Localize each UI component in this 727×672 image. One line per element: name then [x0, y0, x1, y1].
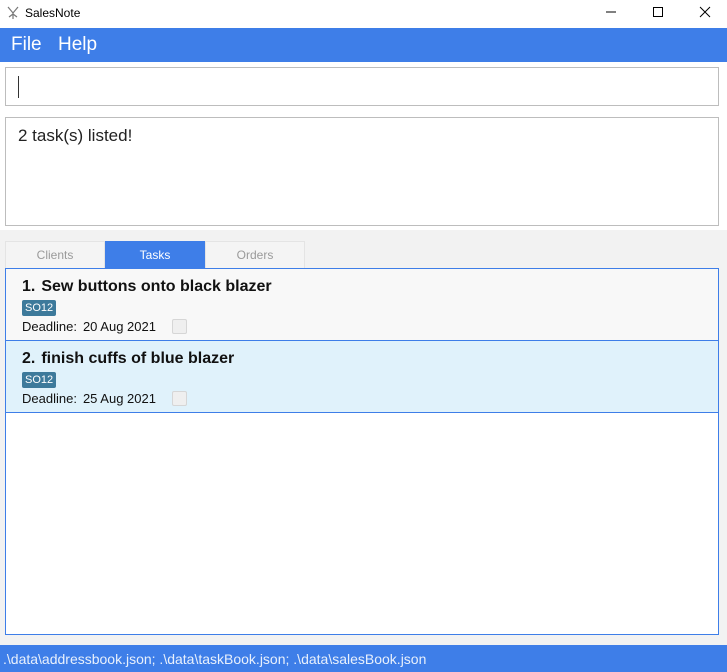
deadline-value: 20 Aug 2021 — [82, 319, 156, 334]
text-caret — [18, 76, 19, 98]
task-deadline: Deadline: 20 Aug 2021 — [22, 319, 156, 334]
menu-bar: File Help — [0, 28, 727, 62]
status-bar: .\data\addressbook.json; .\data\taskBook… — [0, 645, 727, 672]
task-name: finish cuffs of blue blazer — [41, 350, 235, 367]
title-bar: SalesNote — [0, 0, 727, 28]
maximize-icon — [652, 5, 664, 23]
app-icon — [5, 5, 21, 21]
task-list[interactable]: 1. Sew buttons onto black blazer SO12 Dea… — [5, 268, 719, 635]
command-box — [5, 67, 719, 106]
task-title: 2. finish cuffs of blue blazer — [22, 350, 234, 368]
status-text: .\data\addressbook.json; .\data\taskBook… — [3, 651, 427, 667]
task-index: 1. — [22, 278, 36, 295]
task-deadline: Deadline: 25 Aug 2021 — [22, 391, 156, 406]
task-card[interactable]: 2. finish cuffs of blue blazer SO12 Deadl… — [6, 341, 718, 413]
result-display: 2 task(s) listed! — [5, 117, 719, 226]
done-checkbox[interactable] — [172, 391, 187, 406]
minimize-button[interactable] — [588, 0, 634, 28]
command-input[interactable] — [6, 68, 718, 105]
task-title: 1. Sew buttons onto black blazer — [22, 278, 272, 296]
window-title: SalesNote — [25, 6, 81, 20]
done-checkbox[interactable] — [172, 319, 187, 334]
tab-orders[interactable]: Orders — [205, 241, 305, 268]
task-name: Sew buttons onto black blazer — [41, 278, 272, 295]
task-card[interactable]: 1. Sew buttons onto black blazer SO12 Dea… — [6, 269, 718, 341]
deadline-label: Deadline: — [22, 391, 77, 406]
tab-tasks[interactable]: Tasks — [105, 241, 205, 268]
maximize-button[interactable] — [635, 0, 681, 28]
menu-help[interactable]: Help — [58, 34, 97, 56]
close-icon — [699, 5, 711, 23]
order-tag: SO12 — [22, 300, 57, 316]
deadline-value: 25 Aug 2021 — [82, 391, 156, 406]
task-index: 2. — [22, 350, 36, 367]
minimize-icon — [605, 5, 617, 23]
order-tag: SO12 — [22, 372, 57, 388]
deadline-label: Deadline: — [22, 319, 77, 334]
result-message: 2 task(s) listed! — [18, 126, 133, 145]
close-button[interactable] — [682, 0, 727, 28]
menu-file[interactable]: File — [11, 34, 42, 56]
tab-clients[interactable]: Clients — [5, 241, 105, 268]
